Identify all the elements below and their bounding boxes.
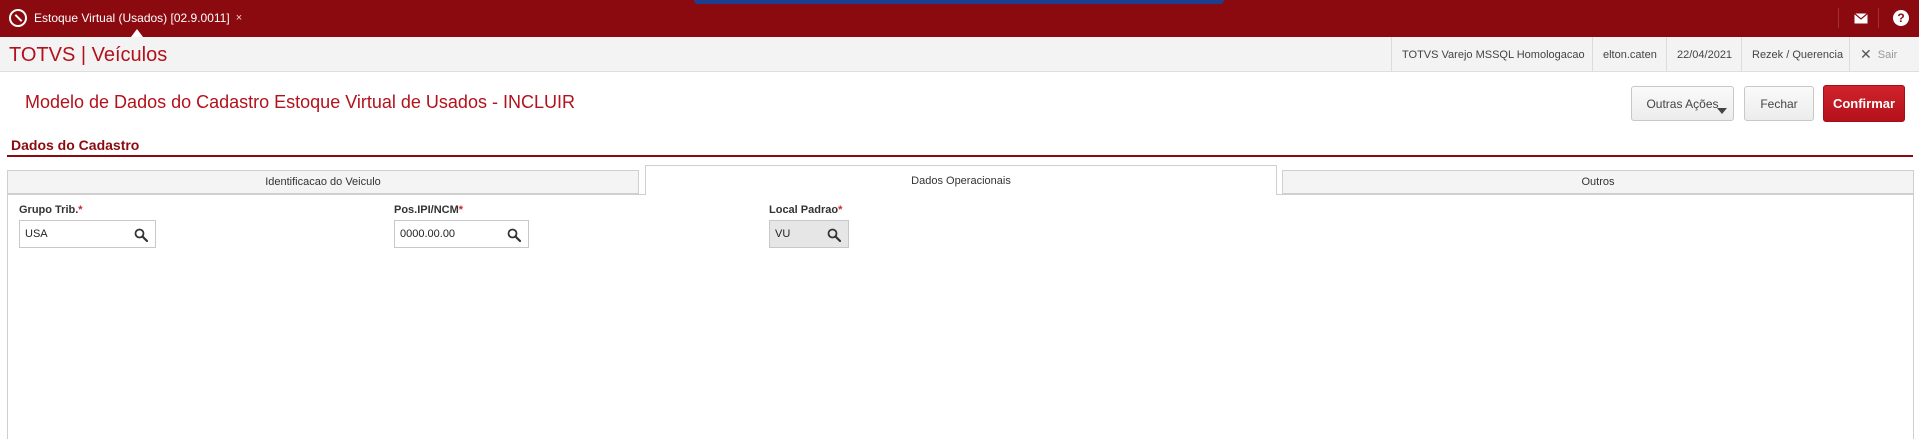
- search-icon[interactable]: [507, 228, 521, 242]
- tab-outros[interactable]: Outros: [1282, 170, 1914, 194]
- local-padrao-input-box[interactable]: [769, 220, 849, 248]
- grupo-trib-label: Grupo Trib.*: [19, 204, 83, 216]
- page-title: Modelo de Dados do Cadastro Estoque Virt…: [25, 92, 575, 112]
- top-notch: [694, 0, 1224, 4]
- top-divider: [1878, 8, 1879, 28]
- app-logo-icon[interactable]: [9, 9, 27, 27]
- section-title: Dados do Cadastro: [11, 137, 140, 153]
- tab-close-icon[interactable]: ×: [236, 12, 242, 24]
- search-icon[interactable]: [827, 228, 841, 242]
- tab-dados-operacionais[interactable]: Dados Operacionais: [645, 165, 1277, 195]
- other-actions-label: Outras Ações: [1646, 96, 1719, 111]
- branch-info[interactable]: Rezek / Querencia: [1741, 37, 1853, 72]
- tab-panel: Grupo Trib.* Pos.IPI/NCM* Local Padrao*: [7, 194, 1914, 439]
- top-divider: [1838, 8, 1839, 28]
- logout-label: Sair: [1877, 48, 1898, 61]
- app-header: TOTVS | Veículos TOTVS Varejo MSSQL Homo…: [0, 37, 1919, 72]
- local-padrao-label: Local Padrao*: [769, 204, 843, 216]
- pos-ipi-ncm-input-box[interactable]: [394, 220, 529, 248]
- search-icon[interactable]: [134, 228, 148, 242]
- tab-label: Estoque Virtual (Usados) [02.9.0011]: [34, 11, 230, 25]
- active-tab-caret-icon: [131, 29, 143, 37]
- chevron-down-icon: [1717, 108, 1727, 114]
- logout-button[interactable]: ✕ Sair: [1849, 37, 1907, 72]
- close-icon: ✕: [1860, 46, 1872, 62]
- mail-icon[interactable]: [1853, 10, 1869, 26]
- user-info[interactable]: elton.caten: [1592, 37, 1667, 72]
- pos-ipi-ncm-field: Pos.IPI/NCM*: [394, 204, 529, 248]
- environment-info[interactable]: TOTVS Varejo MSSQL Homologacao: [1391, 37, 1595, 72]
- help-icon[interactable]: ?: [1893, 10, 1909, 26]
- tab-estoque-virtual[interactable]: Estoque Virtual (Usados) [02.9.0011] ×: [34, 6, 242, 30]
- tab-identificacao-veiculo[interactable]: Identificacao do Veiculo: [7, 170, 639, 194]
- local-padrao-field: Local Padrao*: [769, 204, 849, 248]
- close-button[interactable]: Fechar: [1744, 86, 1814, 121]
- top-bar: Estoque Virtual (Usados) [02.9.0011] × ?: [0, 0, 1919, 37]
- date-info[interactable]: 22/04/2021: [1666, 37, 1742, 72]
- form-title-bar: Modelo de Dados do Cadastro Estoque Virt…: [0, 72, 1919, 132]
- grupo-trib-field: Grupo Trib.*: [19, 204, 156, 248]
- brand-title: TOTVS | Veículos: [9, 44, 168, 66]
- other-actions-button[interactable]: Outras Ações: [1631, 86, 1734, 121]
- section-divider: [7, 155, 1913, 157]
- section-header: Dados do Cadastro: [0, 132, 1919, 158]
- grupo-trib-input-box[interactable]: [19, 220, 156, 248]
- pos-ipi-ncm-label: Pos.IPI/NCM*: [394, 204, 464, 216]
- confirm-button[interactable]: Confirmar: [1823, 85, 1905, 122]
